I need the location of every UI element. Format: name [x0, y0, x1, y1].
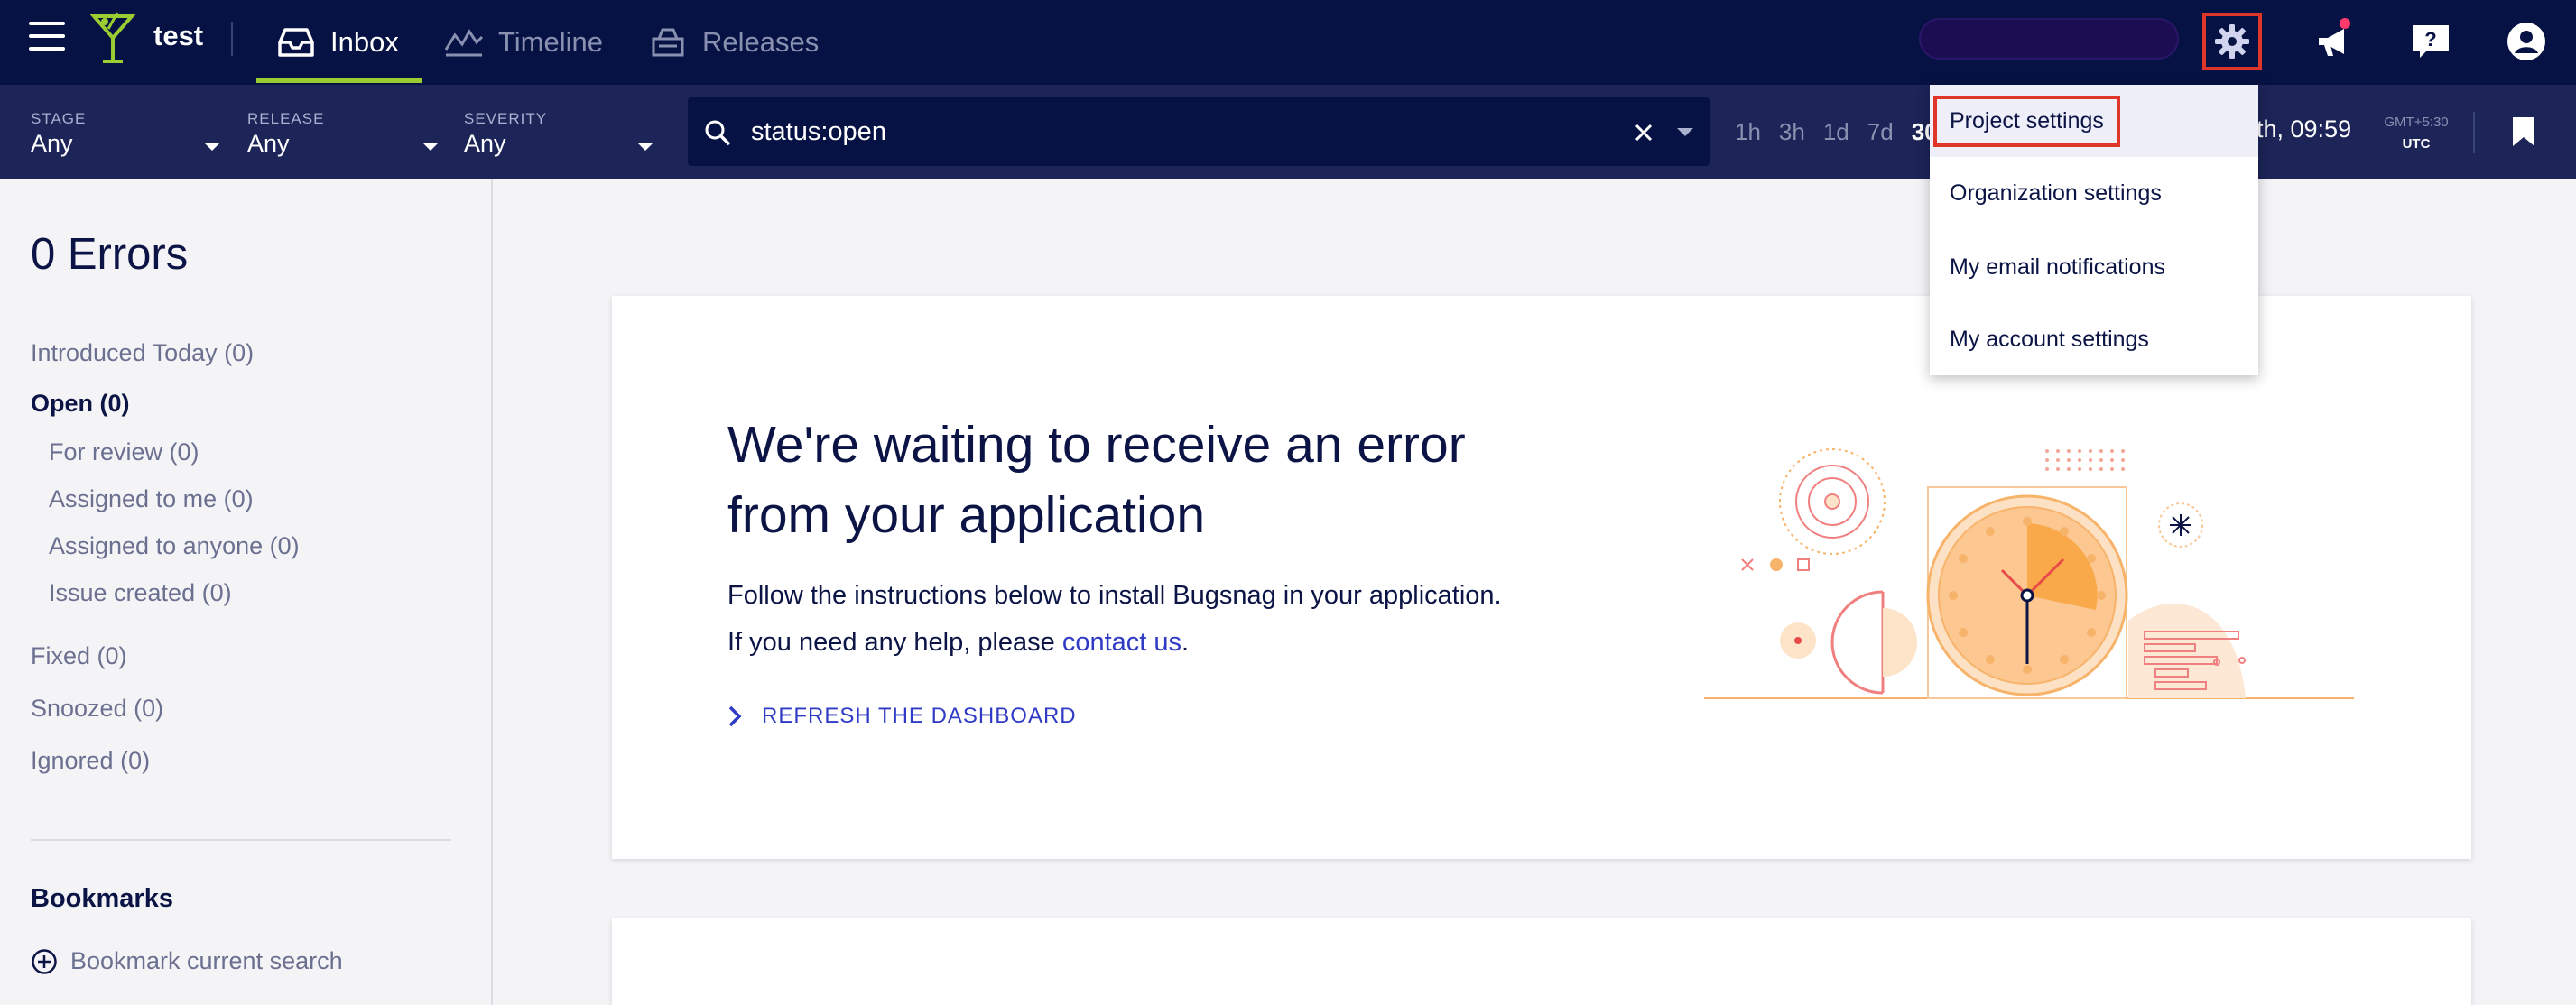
menu-item-email-notifications[interactable]: My email notifications: [1930, 231, 2258, 303]
sidebar-item-assigned-to-anyone[interactable]: Assigned to anyone (0): [49, 532, 300, 560]
time-range-1d[interactable]: 1d: [1823, 118, 1849, 146]
project-name[interactable]: test: [153, 20, 203, 52]
menu-item-account-settings-label: My account settings: [1950, 326, 2149, 352]
active-tab-indicator: [256, 78, 422, 83]
menu-item-organization-settings[interactable]: Organization settings: [1930, 157, 2258, 229]
menu-icon[interactable]: [29, 22, 65, 54]
install-instructions-end: .: [1181, 628, 1190, 657]
megaphone-icon: [2319, 29, 2344, 56]
timezone-offset: GMT+5:30: [2384, 115, 2449, 130]
bookmarks-heading: Bookmarks: [31, 884, 173, 913]
secondary-card: [612, 918, 2471, 1005]
severity-filter[interactable]: SEVERITY Any: [464, 85, 655, 179]
refresh-dashboard-label: REFRESH THE DASHBOARD: [762, 704, 1077, 728]
releases-icon: [652, 28, 684, 57]
settings-dropdown-menu: Project settings Organization settings M…: [1930, 85, 2258, 375]
sidebar-item-for-review[interactable]: For review (0): [49, 438, 199, 466]
release-filter-label: RELEASE: [247, 110, 325, 127]
sidebar-item-snoozed[interactable]: Snoozed (0): [31, 695, 163, 723]
sidebar-item-assigned-to-me[interactable]: Assigned to me (0): [49, 485, 254, 513]
account-button[interactable]: [2497, 13, 2556, 70]
date-range-text[interactable]: th, 09:59: [2256, 115, 2351, 143]
nav-divider: [231, 22, 233, 56]
chevron-down-icon: [422, 143, 439, 151]
chevron-right-icon: [728, 705, 742, 727]
bookmark-current-search-button[interactable]: Bookmark current search: [31, 947, 343, 975]
stage-filter-value: Any: [31, 130, 73, 157]
tab-timeline-label: Timeline: [498, 26, 603, 58]
announcements-button[interactable]: [2303, 13, 2363, 70]
filterbar-divider: [2473, 112, 2475, 153]
sidebar-item-open[interactable]: Open (0): [31, 390, 130, 418]
time-range-3h[interactable]: 3h: [1779, 118, 1805, 146]
search-icon: [705, 120, 731, 146]
environment-selector[interactable]: [1919, 18, 2179, 60]
chevron-down-icon: [204, 143, 220, 151]
menu-item-organization-settings-label: Organization settings: [1950, 180, 2162, 206]
timeline-icon: [444, 29, 484, 57]
sidebar-item-ignored[interactable]: Ignored (0): [31, 747, 150, 775]
menu-item-project-settings-label: Project settings: [1933, 95, 2120, 147]
sidebar-item-introduced-today[interactable]: Introduced Today (0): [31, 339, 254, 367]
tab-inbox-label: Inbox: [330, 26, 399, 58]
svg-text:?: ?: [2424, 28, 2436, 51]
time-range-7d[interactable]: 7d: [1867, 118, 1894, 146]
sidebar: 0 Errors Introduced Today (0) Open (0) F…: [0, 179, 493, 1005]
clear-icon[interactable]: [1634, 123, 1654, 143]
stage-filter[interactable]: STAGE Any: [31, 85, 222, 179]
settings-button[interactable]: [2202, 13, 2262, 70]
search-bar: [688, 97, 1710, 166]
sidebar-divider: [31, 839, 451, 841]
tab-timeline[interactable]: Timeline: [444, 0, 603, 85]
tab-releases-label: Releases: [702, 26, 820, 58]
account-icon: [2507, 23, 2545, 60]
tab-releases[interactable]: Releases: [648, 0, 819, 85]
search-options-chevron-icon[interactable]: [1677, 128, 1693, 136]
gear-icon: [2215, 24, 2249, 59]
timezone-label: UTC: [2402, 136, 2431, 152]
chevron-down-icon: [637, 143, 653, 151]
inbox-icon: [278, 28, 314, 57]
top-navigation-bar: test Inbox Timeline Releases ?: [0, 0, 2576, 85]
stage-filter-label: STAGE: [31, 110, 87, 127]
release-filter-value: Any: [247, 130, 290, 157]
bookmark-icon[interactable]: [2511, 115, 2536, 148]
contact-us-link[interactable]: contact us: [1062, 628, 1181, 657]
sidebar-item-fixed[interactable]: Fixed (0): [31, 642, 127, 670]
tab-inbox[interactable]: Inbox: [276, 0, 399, 85]
error-count-title: 0 Errors: [31, 230, 189, 279]
menu-item-account-settings[interactable]: My account settings: [1930, 303, 2258, 375]
help-icon: ?: [2413, 25, 2449, 58]
time-range-1h[interactable]: 1h: [1735, 118, 1761, 146]
severity-filter-value: Any: [464, 130, 506, 157]
logo-icon[interactable]: [90, 11, 135, 65]
severity-filter-label: SEVERITY: [464, 110, 548, 127]
waiting-for-errors-card: We're waiting to receive an error from y…: [612, 296, 2471, 859]
install-instructions: Follow the instructions below to install…: [727, 572, 1522, 666]
search-input[interactable]: [751, 110, 1563, 153]
waiting-heading: We're waiting to receive an error from y…: [727, 416, 1466, 544]
release-filter[interactable]: RELEASE Any: [247, 85, 439, 179]
timezone-indicator[interactable]: GMT+5:30 UTC: [2376, 112, 2457, 155]
waiting-clock-illustration: [1704, 448, 2354, 699]
add-circle-icon: [32, 948, 57, 974]
bookmark-current-search-label: Bookmark current search: [70, 947, 343, 974]
menu-item-project-settings[interactable]: Project settings: [1930, 85, 2258, 157]
notification-dot: [2340, 18, 2350, 29]
menu-item-email-notifications-label: My email notifications: [1950, 254, 2165, 280]
sidebar-item-issue-created[interactable]: Issue created (0): [49, 579, 232, 607]
refresh-dashboard-button[interactable]: REFRESH THE DASHBOARD: [727, 704, 1077, 729]
help-button[interactable]: ?: [2401, 13, 2460, 70]
